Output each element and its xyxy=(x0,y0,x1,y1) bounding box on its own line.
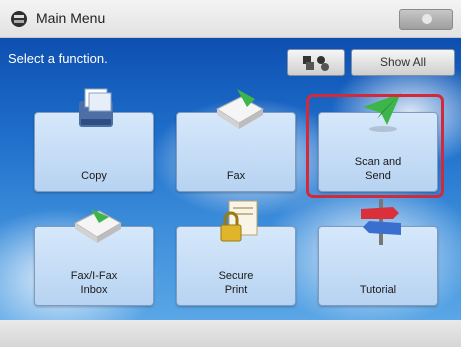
tutorial-icon xyxy=(361,199,401,245)
bottom-bar xyxy=(0,320,461,347)
switch-view-icon xyxy=(303,56,329,71)
fax-tile[interactable]: Fax xyxy=(176,89,296,192)
copy-tile[interactable]: Copy xyxy=(34,88,154,192)
tile-label: Secure Print xyxy=(218,270,254,296)
fax-icon xyxy=(215,89,265,129)
tile-label: Fax xyxy=(226,170,246,182)
title-bar: Main Menu xyxy=(0,0,461,38)
status-dot-icon xyxy=(422,14,432,24)
main-menu-icon xyxy=(11,11,27,27)
switch-view-button[interactable] xyxy=(287,49,345,76)
selection-highlight xyxy=(306,94,444,198)
tile-label: Copy xyxy=(81,170,107,182)
inbox-icon xyxy=(73,209,123,243)
main-menu-screen: Main Menu Select a function. Show All Co… xyxy=(0,0,461,347)
show-all-button[interactable]: Show All xyxy=(351,49,455,76)
tile-label: Fax/I-Fax Inbox xyxy=(70,270,118,296)
copy-icon xyxy=(79,88,113,127)
tutorial-tile[interactable]: Tutorial xyxy=(318,199,438,306)
status-button[interactable] xyxy=(399,9,453,30)
secure-print-tile[interactable]: Secure Print xyxy=(176,200,296,306)
menu-area: Select a function. Show All Copy Fax Sca… xyxy=(0,38,461,320)
instruction-text: Select a function. xyxy=(8,51,108,66)
window-title: Main Menu xyxy=(36,10,106,26)
tile-label: Tutorial xyxy=(359,284,397,296)
secure-print-icon xyxy=(220,200,258,242)
fax-inbox-tile[interactable]: Fax/I-Fax Inbox xyxy=(34,209,154,306)
